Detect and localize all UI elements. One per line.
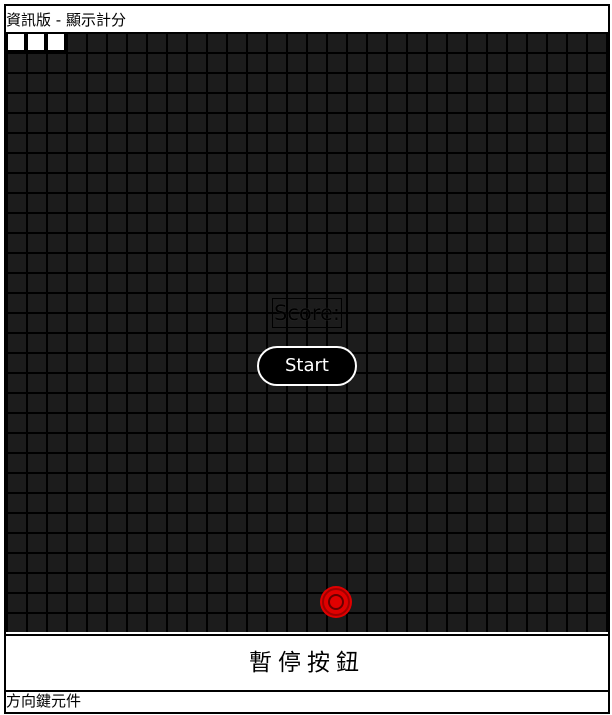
snake-body-segment [26, 32, 46, 52]
game-frame: 資訊版 - 顯示計分 Score: Start 暫停按鈕 方向鍵元件 [4, 4, 610, 714]
pause-bar: 暫停按鈕 [6, 634, 608, 692]
start-button[interactable]: Start [257, 346, 357, 386]
game-board[interactable]: Score: Start [6, 32, 608, 632]
info-panel-title: 資訊版 - 顯示計分 [6, 8, 608, 34]
food-core [328, 594, 344, 610]
snake-head-segment [46, 32, 66, 52]
direction-keys-component[interactable]: 方向鍵元件 [6, 690, 608, 712]
score-label: Score: [272, 298, 342, 328]
pause-button[interactable]: 暫停按鈕 [6, 636, 608, 690]
snake-tail-segment [6, 32, 26, 52]
food-icon [322, 588, 350, 616]
